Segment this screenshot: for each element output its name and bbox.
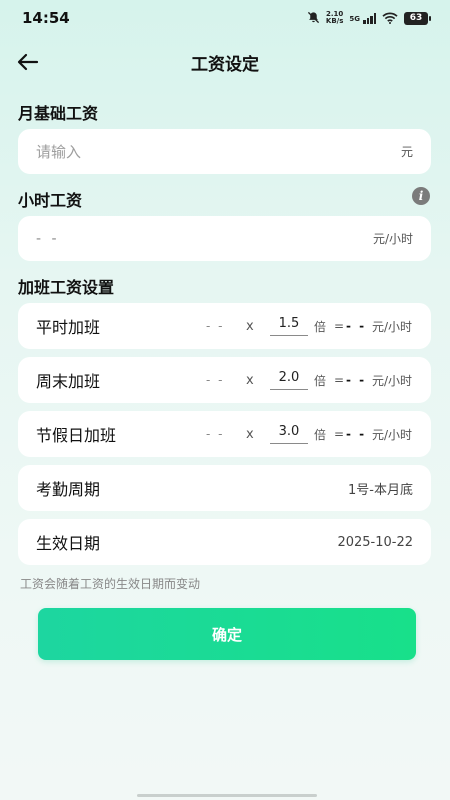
equals-symbol: =: [334, 427, 345, 441]
monthly-base-input[interactable]: [36, 142, 401, 161]
times-symbol: x: [246, 372, 254, 388]
effective-date-row[interactable]: 生效日期 2025-10-22: [18, 519, 431, 565]
attendance-cycle-value: 1号-本月底: [348, 482, 413, 498]
overtime-result-unit: 元/小时: [372, 427, 413, 442]
times-symbol: x: [246, 318, 254, 334]
hourly-unit: 元/小时: [372, 232, 413, 246]
home-indicator: [137, 794, 317, 797]
hourly-card: - - 元/小时: [18, 216, 431, 261]
info-icon[interactable]: i: [412, 187, 430, 205]
effective-date-title: 生效日期: [36, 534, 101, 553]
wifi-icon: [382, 9, 398, 28]
overtime-multiplier-input[interactable]: [270, 424, 308, 444]
overtime-multiplier-input[interactable]: [270, 316, 308, 336]
attendance-cycle-title: 考勤周期: [36, 480, 101, 499]
status-time: 14:54: [22, 9, 70, 27]
overtime-row-holiday: 节假日加班 - - x 倍 = - - 元/小时: [18, 411, 431, 457]
hourly-label: 小时工资: [18, 191, 83, 210]
overtime-result: - -: [346, 319, 367, 333]
overtime-row-weekend: 周末加班 - - x 倍 = - - 元/小时: [18, 357, 431, 403]
equals-symbol: =: [334, 319, 345, 333]
net-speed: 2.10 KB/s: [326, 11, 343, 25]
monthly-base-label: 月基础工资: [18, 104, 99, 123]
overtime-row-weekday: 平时加班 - - x 倍 = - - 元/小时: [18, 303, 431, 349]
net-speed-unit: KB/s: [325, 17, 344, 25]
battery-level: 63: [409, 13, 423, 23]
overtime-multiplier-input[interactable]: [270, 370, 308, 390]
network-type: 5G: [349, 14, 360, 23]
overtime-base: - -: [206, 373, 225, 387]
multiplier-unit: 倍: [314, 427, 327, 442]
overtime-result: - -: [346, 427, 367, 441]
hourly-value: - -: [36, 230, 60, 247]
equals-symbol: =: [334, 373, 345, 387]
multiplier-unit: 倍: [314, 373, 327, 388]
effective-date-value: 2025-10-22: [337, 534, 413, 550]
overtime-row-title: 周末加班: [36, 372, 101, 391]
overtime-row-title: 节假日加班: [36, 426, 117, 445]
monthly-base-unit: 元: [400, 145, 413, 159]
status-bar: 14:54 2.10 KB/s 5G 63: [0, 0, 450, 36]
confirm-button[interactable]: 确定: [38, 608, 416, 660]
battery-icon: 63: [404, 11, 431, 25]
times-symbol: x: [246, 426, 254, 442]
multiplier-unit: 倍: [314, 319, 327, 334]
overtime-label: 加班工资设置: [18, 278, 115, 297]
salary-note: 工资会随着工资的生效日期而变动: [20, 577, 201, 591]
overtime-base: - -: [206, 427, 225, 441]
overtime-base: - -: [206, 319, 225, 333]
overtime-result-unit: 元/小时: [372, 319, 413, 334]
mute-icon: [307, 9, 320, 28]
page-title: 工资设定: [191, 55, 259, 75]
overtime-result: - -: [346, 373, 367, 387]
signal-icon: [363, 12, 376, 24]
overtime-result-unit: 元/小时: [372, 373, 413, 388]
overtime-row-title: 平时加班: [36, 318, 101, 337]
monthly-base-card: 元: [18, 129, 431, 174]
attendance-cycle-row[interactable]: 考勤周期 1号-本月底: [18, 465, 431, 511]
nav-bar: 工资设定: [0, 44, 450, 80]
status-icons: 2.10 KB/s 5G 63: [307, 9, 431, 28]
